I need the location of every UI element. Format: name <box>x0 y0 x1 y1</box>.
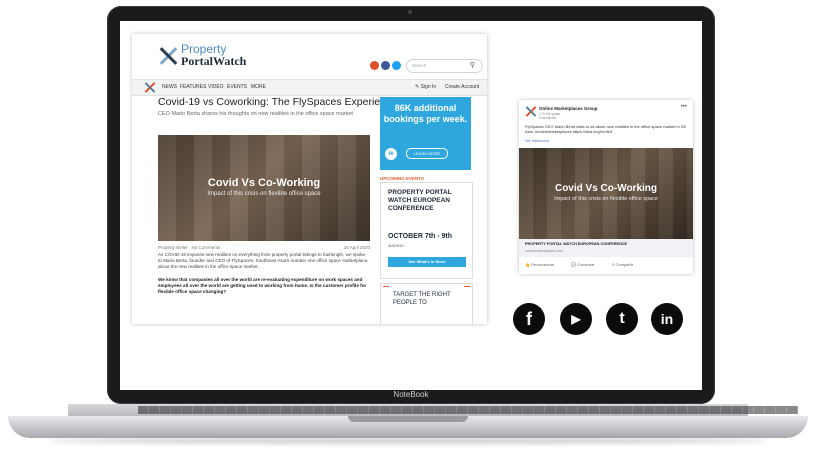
header-social-icon-3[interactable] <box>392 61 401 70</box>
website: Property PortalWatch Search ⚲ NEWS FEATU… <box>132 34 487 324</box>
logo-mark-icon <box>159 46 177 64</box>
event-city: MADRID <box>388 243 404 248</box>
nav-item-events[interactable]: EVENTS <box>227 84 247 90</box>
fb-page-name[interactable]: Online Marketplaces Group <box>539 106 598 111</box>
event-card[interactable]: PROPERTY PORTAL WATCH EUROPEAN CONFERENC… <box>380 182 473 279</box>
article-paragraph-2: We know that companies all over the worl… <box>158 277 367 294</box>
article-byline: Property Beller No Comments 15 April 202… <box>158 245 370 250</box>
page-avatar-icon[interactable] <box>525 106 536 117</box>
article-title[interactable]: Covid-19 vs Coworking: The FlySpaces Exp… <box>158 96 397 108</box>
camera <box>408 10 412 14</box>
keyboard-area <box>68 404 798 416</box>
byline-author[interactable]: Property Beller <box>158 245 188 250</box>
nav-item-news[interactable]: NEWS <box>162 84 177 90</box>
laptop-brand: NoteBook <box>393 390 429 399</box>
youtube-icon[interactable]: ▶ <box>560 303 592 335</box>
nav-item-video[interactable]: VIDEO <box>208 84 224 90</box>
fb-actions: 👍 Recomendar 💬 Comentar ↗ Compartir <box>519 260 693 272</box>
fb-post-text: FlySpaces CEO Mario Berta talks to us ab… <box>525 124 687 134</box>
main-nav: NEWS FEATURES VIDEO EVENTS MORE ✎ Sign I… <box>132 79 487 96</box>
fb-comment-button[interactable]: 💬 Comentar <box>571 262 595 267</box>
fb-translate-link[interactable]: Ver traducción <box>525 139 549 143</box>
ad-banner-text: 86K additional bookings per week. <box>383 103 468 124</box>
fb-link-url: onlinemarketplaces.com <box>525 249 563 253</box>
learn-more-button[interactable]: LEARN MORE <box>406 148 448 159</box>
article-paragraph-1: As COVID-19 imposes new realities on eve… <box>158 252 369 269</box>
header-social-icon-1[interactable] <box>370 61 379 70</box>
more-options-icon[interactable]: ••• <box>681 104 687 110</box>
search-icon[interactable]: ⚲ <box>470 61 475 69</box>
logo-text-line2: PortalWatch <box>181 54 247 68</box>
byline-comments[interactable]: No Comments <box>192 245 221 250</box>
nav-logo-icon[interactable] <box>144 82 155 93</box>
fb-time: 2 semanas <box>539 116 557 120</box>
laptop-notch <box>348 416 468 422</box>
fb-share-button[interactable]: ↗ Compartir <box>611 262 633 267</box>
hero-title: Covid Vs Co-Working <box>207 177 321 189</box>
event-title: PROPERTY PORTAL WATCH EUROPEAN CONFERENC… <box>388 189 452 212</box>
event-date: OCTOBER 7th - 9th <box>388 233 453 240</box>
twitter-icon[interactable]: t <box>606 303 638 335</box>
keyboard <box>138 406 798 414</box>
fb-link-preview[interactable]: PROPERTY PORTAL WATCH EUROPEAN CONFERENC… <box>519 239 693 257</box>
laptop-lid: Property PortalWatch Search ⚲ NEWS FEATU… <box>107 6 715 404</box>
facebook-post: Online Marketplaces Group 170 Me gusta 2… <box>519 100 693 274</box>
byline-date: 15 April 2020 <box>343 245 370 250</box>
fb-image-title: Covid Vs Co-Working <box>554 183 658 194</box>
linkedin-icon[interactable]: in <box>651 303 683 335</box>
header-social-icon-2[interactable] <box>381 61 390 70</box>
ad-banner[interactable]: 86K additional bookings per week. ie LEA… <box>380 97 471 170</box>
fb-post-image[interactable]: Covid Vs Co-Working Impact of this crisi… <box>519 148 693 239</box>
fb-link-title: PROPERTY PORTAL WATCH EUROPEAN CONFERENC… <box>525 242 628 246</box>
event-cta-button[interactable]: See What's In Store <box>388 257 466 267</box>
search-placeholder: Search <box>412 63 427 68</box>
ad-target[interactable]: TARGET THE RIGHT PEOPLE TO <box>380 283 473 324</box>
upcoming-events-label: UPCOMING EVENTS <box>380 176 425 181</box>
article-hero-image[interactable]: Covid Vs Co-Working Impact of this crisi… <box>158 135 370 241</box>
search-input[interactable]: Search ⚲ <box>406 59 483 73</box>
article-subtitle: CEO Mario Berta shares his thoughts on n… <box>158 111 353 117</box>
screen: Property PortalWatch Search ⚲ NEWS FEATU… <box>120 21 702 390</box>
hero-subtitle: Impact of this crisis on flexible office… <box>207 191 321 197</box>
nav-item-more[interactable]: MORE <box>251 84 266 90</box>
ad-corner-left <box>383 286 389 293</box>
ad-logo-icon: ie <box>385 148 397 160</box>
facebook-icon[interactable]: f <box>513 303 545 335</box>
fb-image-subtitle: Impact of this crisis on flexible office… <box>554 196 658 202</box>
laptop-shadow <box>48 438 768 444</box>
ad-target-text: TARGET THE RIGHT PEOPLE TO <box>393 292 451 306</box>
nav-item-features[interactable]: FEATURES <box>180 84 206 90</box>
fb-like-button[interactable]: 👍 Recomendar <box>525 262 554 267</box>
sign-in-link[interactable]: ✎ Sign In <box>415 84 436 90</box>
create-account-link[interactable]: Create Account <box>445 84 479 90</box>
laptop-base <box>8 404 808 444</box>
